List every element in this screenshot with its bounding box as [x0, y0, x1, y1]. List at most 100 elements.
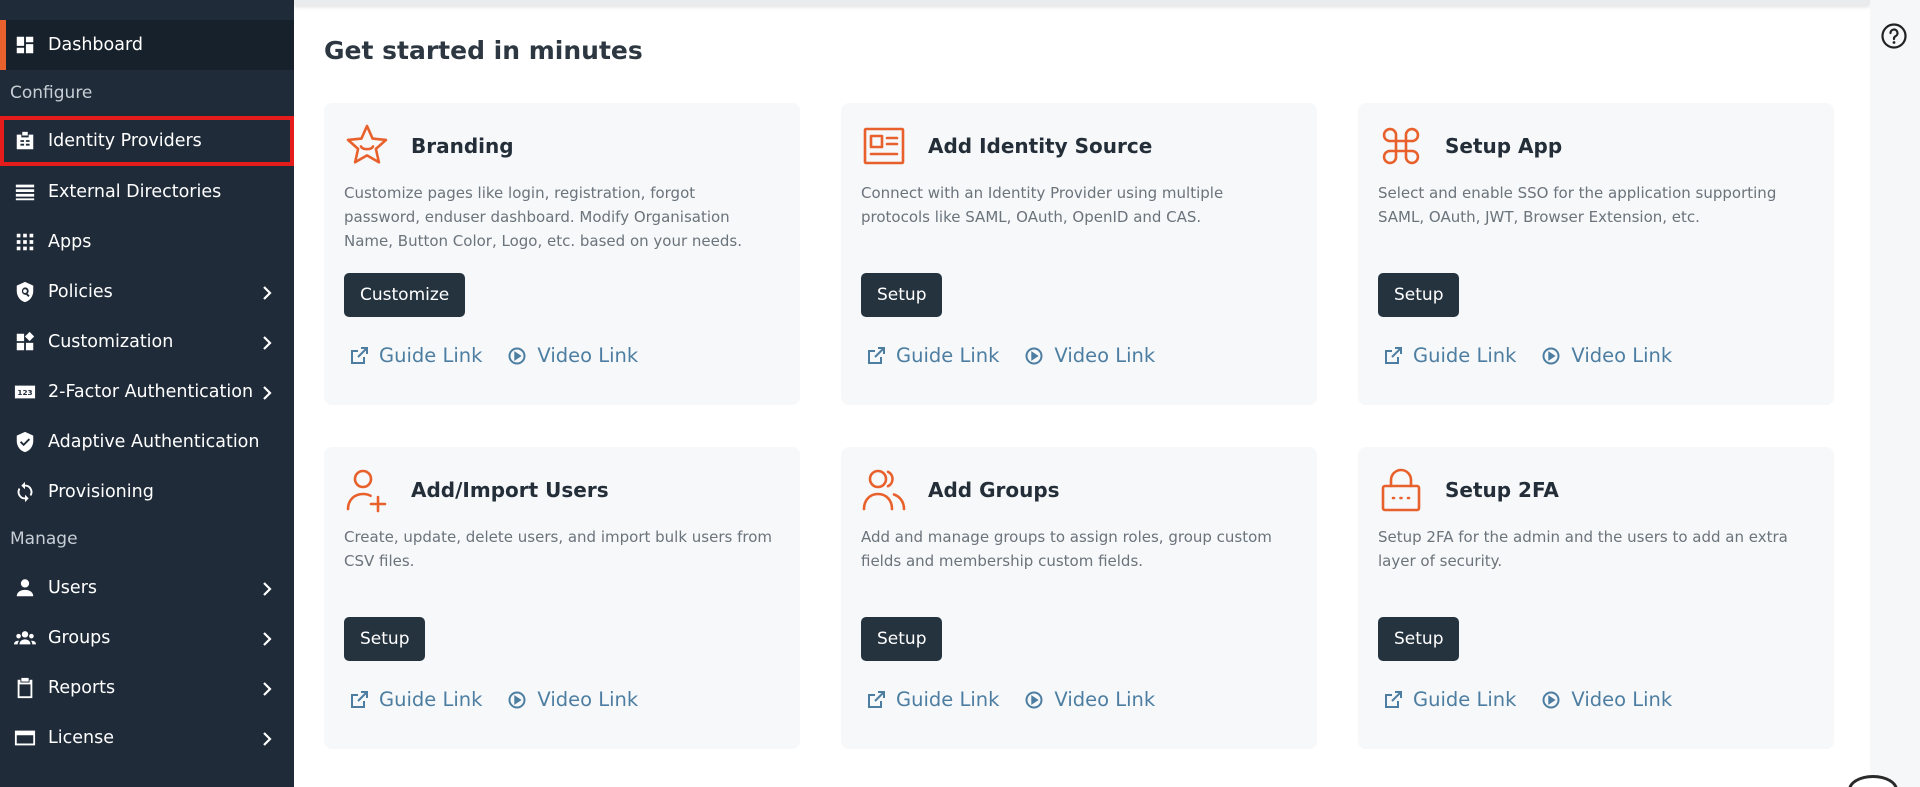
card-links: Guide Link Video Link	[1384, 344, 1698, 367]
sidebar-item-label: Customization	[48, 332, 174, 352]
external-link-icon	[1385, 690, 1402, 708]
video-link-label: Video Link	[1054, 688, 1156, 711]
guide-link[interactable]: Guide Link	[1384, 688, 1516, 711]
play-circle-icon	[508, 347, 526, 364]
guide-link-label: Guide Link	[896, 344, 1000, 367]
guide-link[interactable]: Guide Link	[1384, 344, 1516, 367]
guide-link[interactable]: Guide Link	[350, 688, 482, 711]
sidebar-item-label: Dashboard	[48, 35, 143, 55]
guide-link-label: Guide Link	[1413, 344, 1517, 367]
sync-icon	[14, 481, 36, 503]
sidebar-item-label: Apps	[48, 232, 92, 252]
guide-link-label: Guide Link	[1413, 688, 1517, 711]
sidebar-item-groups[interactable]: Groups	[0, 613, 294, 663]
video-link[interactable]: Video Link	[508, 688, 638, 711]
external-link-icon	[1385, 346, 1402, 364]
video-link[interactable]: Video Link	[1025, 688, 1155, 711]
external-link-icon	[868, 346, 885, 364]
chevron-right-icon	[260, 335, 274, 350]
video-link-label: Video Link	[537, 688, 639, 711]
grid-icon	[14, 231, 36, 253]
video-link-label: Video Link	[537, 344, 639, 367]
card-title: Branding	[411, 134, 514, 158]
setup-button[interactable]: Setup	[861, 617, 943, 661]
guide-link[interactable]: Guide Link	[350, 344, 482, 367]
command-icon	[1378, 123, 1424, 169]
card-add-identity-source: Add Identity Source Connect with an Iden…	[841, 103, 1317, 405]
star-face-icon	[344, 123, 390, 169]
section-label-configure: Configure	[10, 83, 93, 103]
card-links: Guide Link Video Link	[350, 688, 664, 711]
setup-button[interactable]: Setup	[344, 617, 426, 661]
setup-button[interactable]: Setup	[1378, 273, 1460, 317]
card-title: Add Groups	[928, 478, 1060, 502]
video-link-label: Video Link	[1571, 344, 1673, 367]
list-icon	[14, 181, 36, 203]
customize-button[interactable]: Customize	[344, 273, 466, 317]
play-circle-icon	[1025, 347, 1043, 364]
sidebar-item-customization[interactable]: Customization	[0, 317, 294, 367]
sidebar-item-external-directories[interactable]: External Directories	[0, 167, 294, 217]
video-link[interactable]: Video Link	[1542, 688, 1672, 711]
setup-button[interactable]: Setup	[861, 273, 943, 317]
id-badge-icon	[861, 123, 907, 169]
sidebar-item-2fa[interactable]: 123 2-Factor Authentication	[0, 367, 294, 417]
sidebar-item-apps[interactable]: Apps	[0, 217, 294, 267]
sidebar-item-policies[interactable]: Policies	[0, 267, 294, 317]
video-link-label: Video Link	[1571, 688, 1673, 711]
card-description: Connect with an Identity Provider using …	[861, 184, 1224, 226]
svg-text:123: 123	[17, 388, 32, 397]
shield-lock-icon	[14, 281, 36, 303]
card-links: Guide Link Video Link	[867, 688, 1181, 711]
numbers-123-icon: 123	[14, 381, 36, 403]
card-links: Guide Link Video Link	[350, 344, 664, 367]
sidebar-item-dashboard[interactable]: Dashboard	[0, 20, 294, 70]
lock-icon	[1378, 467, 1424, 513]
chevron-right-icon	[260, 731, 274, 746]
sidebar-item-label: Provisioning	[48, 482, 154, 502]
sidebar-item-identity-providers[interactable]: Identity Providers	[0, 116, 294, 166]
sidebar-item-adaptive-authentication[interactable]: Adaptive Authentication	[0, 417, 294, 467]
chevron-right-icon	[260, 285, 274, 300]
play-circle-icon	[1542, 347, 1560, 364]
card-icon	[14, 727, 36, 749]
chevron-right-icon	[260, 631, 274, 646]
sidebar-item-label: Adaptive Authentication	[48, 432, 260, 452]
card-title: Add/Import Users	[411, 478, 609, 502]
guide-link-label: Guide Link	[379, 688, 483, 711]
dashboard-icon	[14, 34, 36, 56]
widgets-icon	[14, 331, 36, 353]
sidebar-item-label: Identity Providers	[48, 131, 202, 151]
sidebar-item-license[interactable]: License	[0, 713, 294, 763]
play-circle-icon	[508, 691, 526, 708]
chevron-right-icon	[260, 385, 274, 400]
card-description: Select and enable SSO for the applicatio…	[1378, 184, 1777, 226]
card-setup-2fa: Setup 2FA Setup 2FA for the admin and th…	[1358, 447, 1834, 749]
setup-button[interactable]: Setup	[1378, 617, 1460, 661]
page-title: Get started in minutes	[324, 36, 643, 65]
sidebar-item-label: License	[48, 728, 114, 748]
guide-link[interactable]: Guide Link	[867, 344, 999, 367]
sidebar-item-provisioning[interactable]: Provisioning	[0, 467, 294, 517]
card-description: Add and manage groups to assign roles, g…	[861, 528, 1272, 570]
user-icon	[14, 577, 36, 599]
video-link[interactable]: Video Link	[1542, 344, 1672, 367]
group-icon	[14, 627, 36, 649]
video-link[interactable]: Video Link	[508, 344, 638, 367]
user-add-icon	[344, 467, 390, 513]
card-links: Guide Link Video Link	[867, 344, 1181, 367]
card-add-import-users: Add/Import Users Create, update, delete …	[324, 447, 800, 749]
clipboard-icon	[14, 677, 36, 699]
guide-link[interactable]: Guide Link	[867, 688, 999, 711]
sidebar-item-label: 2-Factor Authentication	[48, 382, 254, 402]
sidebar-item-label: Groups	[48, 628, 111, 648]
sidebar-item-users[interactable]: Users	[0, 563, 294, 613]
card-description: Setup 2FA for the admin and the users to…	[1378, 528, 1788, 570]
section-label-manage: Manage	[10, 529, 78, 549]
play-circle-icon	[1025, 691, 1043, 708]
external-link-icon	[351, 346, 368, 364]
video-link[interactable]: Video Link	[1025, 344, 1155, 367]
sidebar-item-reports[interactable]: Reports	[0, 663, 294, 713]
guide-link-label: Guide Link	[379, 344, 483, 367]
help-circle-icon[interactable]	[1880, 22, 1908, 50]
